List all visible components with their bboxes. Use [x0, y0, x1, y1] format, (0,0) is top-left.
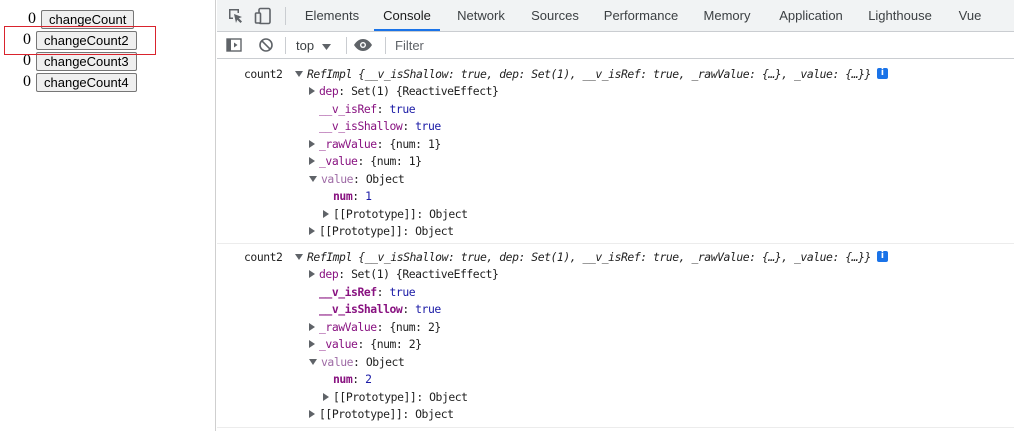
- prop-num: num: 2: [333, 372, 372, 386]
- change-count-button[interactable]: changeCount: [41, 9, 135, 29]
- expand-triangle-icon[interactable]: [309, 226, 315, 235]
- log-label: count2: [244, 67, 283, 81]
- prop-prototype[interactable]: [[Prototype]]: Object: [309, 406, 454, 422]
- devtools-panel: Elements Console Network Sources Perform…: [217, 0, 1014, 431]
- tab-memory[interactable]: Memory: [695, 0, 759, 31]
- prop-value-internal[interactable]: _value: {num: 2}: [309, 336, 422, 352]
- prop-value-getter[interactable]: value: Object: [309, 171, 405, 187]
- console-messages: count2 RefImpl {__v_isShallow: true, dep…: [217, 59, 1014, 431]
- change-count2-button[interactable]: changeCount2: [36, 30, 137, 50]
- prop-isshallow: __v_isShallow: true: [319, 302, 441, 316]
- prop-rawvalue[interactable]: _rawValue: {num: 2}: [309, 319, 441, 335]
- collapse-triangle-icon[interactable]: [295, 253, 303, 260]
- sidebar-toggle-icon[interactable]: [226, 37, 242, 53]
- count-value: 0: [23, 31, 31, 48]
- prop-prototype-inner[interactable]: [[Prototype]]: Object: [323, 206, 468, 222]
- info-icon[interactable]: i: [876, 68, 888, 79]
- expand-triangle-icon[interactable]: [309, 156, 315, 165]
- info-icon[interactable]: i: [876, 251, 888, 262]
- prop-isshallow: __v_isShallow: true: [319, 119, 441, 133]
- toolbar-divider: [285, 7, 286, 25]
- expand-triangle-icon[interactable]: [309, 139, 315, 148]
- expand-triangle-icon[interactable]: [309, 269, 315, 278]
- collapse-triangle-icon[interactable]: [309, 175, 317, 182]
- change-count3-button[interactable]: changeCount3: [36, 51, 137, 71]
- prop-isref: __v_isRef: true: [319, 102, 416, 116]
- prop-rawvalue[interactable]: _rawValue: {num: 1}: [309, 136, 441, 152]
- console-log-entry: count2 RefImpl {__v_isShallow: true, dep…: [217, 243, 1014, 428]
- count-value: 0: [23, 52, 31, 69]
- tab-application[interactable]: Application: [772, 0, 850, 31]
- expand-triangle-icon[interactable]: [323, 209, 329, 218]
- collapse-triangle-icon[interactable]: [309, 358, 317, 365]
- toolbar-divider: [285, 37, 286, 54]
- expand-triangle-icon[interactable]: [309, 322, 315, 331]
- eye-icon[interactable]: [353, 37, 373, 53]
- prop-prototype-inner[interactable]: [[Prototype]]: Object: [323, 389, 468, 405]
- tab-performance[interactable]: Performance: [600, 0, 682, 31]
- prop-num: num: 1: [333, 189, 372, 203]
- clear-console-icon[interactable]: [258, 37, 274, 53]
- console-toolbar: top: [217, 32, 1014, 59]
- expand-triangle-icon[interactable]: [309, 86, 315, 95]
- expand-triangle-icon[interactable]: [323, 392, 329, 401]
- console-filter-input[interactable]: [392, 36, 698, 55]
- count-value: 0: [23, 73, 31, 90]
- expand-triangle-icon[interactable]: [309, 409, 315, 418]
- device-toggle-icon[interactable]: [254, 7, 272, 25]
- tab-sources[interactable]: Sources: [525, 0, 585, 31]
- devtools-tabbar: Elements Console Network Sources Perform…: [217, 0, 1014, 32]
- dropdown-arrow-icon: [322, 38, 332, 53]
- tab-elements[interactable]: Elements: [297, 0, 367, 31]
- count-row-3: 0 changeCount3: [23, 51, 137, 71]
- prop-value-getter[interactable]: value: Object: [309, 354, 405, 370]
- tab-vue[interactable]: Vue: [952, 0, 988, 31]
- tab-console[interactable]: Console: [374, 0, 440, 31]
- page-viewport: 0 changeCount 0 changeCount2 0 changeCou…: [0, 0, 216, 431]
- inspect-element-icon[interactable]: [227, 7, 245, 25]
- prop-dep[interactable]: dep: Set(1) {ReactiveEffect}: [309, 266, 499, 282]
- context-selector-value: top: [296, 38, 315, 53]
- object-summary[interactable]: RefImpl {__v_isShallow: true, dep: Set(1…: [295, 66, 888, 82]
- expand-triangle-icon[interactable]: [309, 339, 315, 348]
- toolbar-divider: [385, 37, 386, 54]
- prop-value-internal[interactable]: _value: {num: 1}: [309, 153, 422, 169]
- count-row-2: 0 changeCount2: [23, 30, 137, 50]
- console-log-entry: count2 RefImpl {__v_isShallow: true, dep…: [217, 59, 1014, 244]
- prop-prototype[interactable]: [[Prototype]]: Object: [309, 223, 454, 239]
- count-value: 0: [28, 10, 36, 27]
- count-row-4: 0 changeCount4: [23, 72, 137, 92]
- log-label: count2: [244, 250, 283, 264]
- count-row-1: 0 changeCount: [28, 9, 135, 29]
- collapse-triangle-icon[interactable]: [295, 70, 303, 77]
- prop-isref: __v_isRef: true: [319, 285, 416, 299]
- object-summary[interactable]: RefImpl {__v_isShallow: true, dep: Set(1…: [295, 249, 888, 265]
- toolbar-divider: [346, 37, 347, 54]
- change-count4-button[interactable]: changeCount4: [36, 72, 137, 92]
- tab-network[interactable]: Network: [449, 0, 513, 31]
- prop-dep[interactable]: dep: Set(1) {ReactiveEffect}: [309, 83, 499, 99]
- context-selector[interactable]: top: [296, 37, 332, 54]
- tab-lighthouse[interactable]: Lighthouse: [863, 0, 937, 31]
